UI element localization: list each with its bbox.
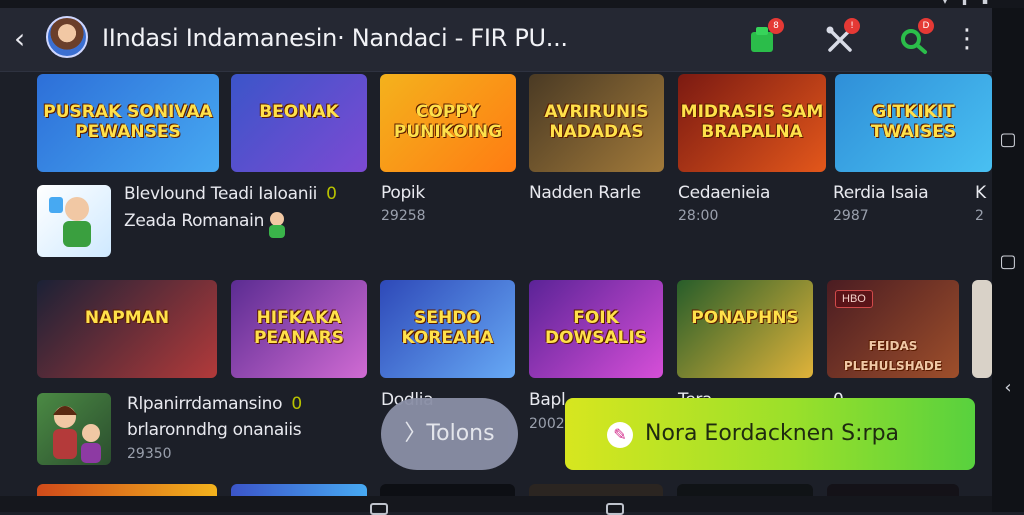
game-title[interactable]: Popik — [381, 183, 425, 203]
game-meta: 29258 — [381, 208, 426, 224]
banner-art-text: PUSRAK SONIVAA PEWANSES — [43, 102, 213, 142]
game-banner-peek[interactable] — [37, 484, 217, 496]
game-meta: 2 — [975, 208, 984, 224]
game-meta: 2987 — [833, 208, 869, 224]
game-title[interactable]: Nadden Rarle — [529, 183, 641, 203]
game-banner[interactable]: PUSRAK SONIVAA PEWANSES — [37, 74, 219, 172]
character-sticker-icon — [269, 212, 285, 238]
featured-title-text: Rlpanirrdamansino — [127, 394, 283, 414]
banner-art-text: GITKIKIT TWAISES — [870, 102, 957, 142]
banner-art-text: BEONAK — [259, 102, 339, 122]
game-banner[interactable]: HIFKAKA PEANARS — [231, 280, 367, 378]
game-banner-partial[interactable] — [972, 280, 992, 378]
banner-art-text: COPPY PUNIKOING — [393, 102, 503, 142]
banner-art-text: HIFKAKA PEANARS — [254, 308, 344, 348]
home-square-icon[interactable]: ▢ — [998, 252, 1018, 272]
featured-title[interactable]: Rlpanirrdamansino 0 — [127, 394, 302, 414]
featured-subtitle: brlaronndhg onanaiis — [127, 420, 302, 440]
ticket-icon: ✎ — [607, 422, 633, 448]
game-banner[interactable]: SEHDO KOREAHA — [380, 280, 515, 378]
game-banner[interactable]: MIDRASIS SAM BRAPALNA — [678, 74, 826, 172]
featured-title-text: Blevlound Teadi Ialoanii — [124, 184, 318, 204]
game-banner-peek[interactable] — [231, 484, 367, 496]
game-title[interactable]: K — [975, 183, 986, 203]
primary-cta-button[interactable]: ✎ Nora Eordacknen S:rpa — [565, 398, 975, 470]
banner-art-text: PONAPHNS — [691, 308, 799, 328]
gift-button[interactable]: 8 — [748, 18, 784, 56]
game-title[interactable]: Bapl — [529, 390, 566, 410]
next-row-peek — [0, 484, 992, 496]
status-bar: ▾ ▮ ▪ — [0, 0, 1024, 8]
game-banner[interactable]: AVRIRUNIS NADADAS — [529, 74, 664, 172]
game-banner-peek[interactable] — [827, 484, 959, 496]
back-arrow-icon[interactable]: ‹ — [14, 24, 42, 54]
notification-badge: 8 — [768, 18, 784, 34]
game-banner-peek[interactable] — [677, 484, 813, 496]
square-nav-icon[interactable] — [370, 503, 388, 515]
game-banner[interactable]: HBO FEIDAS PLEHULSHADE — [827, 280, 959, 378]
banner-art-text: NAPMAN — [84, 308, 170, 328]
notification-badge: ! — [844, 18, 860, 34]
banner-art-text: FOIK DOWSALIS — [544, 308, 648, 348]
game-banner[interactable]: PONAPHNS — [677, 280, 813, 378]
back-triangle-icon[interactable]: ‹ — [998, 378, 1018, 398]
page-title: IIndasi Indamanesin· Nandaci - FIR PU... — [102, 24, 568, 52]
banner-art-text: SEHDO KOREAHA — [401, 308, 494, 348]
game-banner-peek[interactable] — [380, 484, 515, 496]
game-banner[interactable]: COPPY PUNIKOING — [380, 74, 516, 172]
game-title[interactable]: Cedaenieia — [678, 183, 770, 203]
featured-title[interactable]: Blevlound Teadi Ialoanii 0 — [124, 184, 337, 204]
app-bar: ‹ IIndasi Indamanesin· Nandaci - FIR PU.… — [0, 8, 992, 72]
avatar[interactable] — [46, 16, 88, 58]
bottom-system-bar — [0, 496, 992, 512]
featured-game-image[interactable] — [37, 185, 111, 257]
game-banner[interactable]: GITKIKIT TWAISES — [835, 74, 992, 172]
featured-marker: 0 — [291, 394, 302, 414]
featured-meta: 29350 — [127, 446, 172, 462]
characters-icon — [53, 406, 101, 463]
featured-marker: 0 — [326, 184, 337, 204]
more-vertical-icon[interactable]: ⋮ — [954, 24, 980, 54]
featured-subtitle: Zeada Romanain — [124, 211, 265, 231]
game-meta: 28:00 — [678, 208, 719, 224]
game-meta: 2002 — [529, 416, 565, 432]
notification-badge: D — [918, 18, 934, 34]
tools-button[interactable]: ! — [824, 18, 860, 56]
game-banner[interactable]: NAPMAN — [37, 280, 217, 378]
status-icons: ▾ ▮ ▪ — [942, 0, 994, 7]
system-nav-bar: ▢ ▢ ‹ — [992, 8, 1024, 512]
featured-game-image[interactable] — [37, 393, 111, 465]
recents-square-icon[interactable]: ▢ — [998, 130, 1018, 150]
game-title[interactable]: Rerdia Isaia — [833, 183, 929, 203]
game-banner[interactable]: BEONAK — [231, 74, 367, 172]
game-banner-peek[interactable] — [529, 484, 663, 496]
tokens-button[interactable]: 〉Tolons — [381, 398, 518, 470]
banner-art-text: AVRIRUNIS NADADAS — [544, 102, 649, 142]
game-banner[interactable]: FOIK DOWSALIS — [529, 280, 663, 378]
cta-label: Nora Eordacknen S:rpa — [645, 421, 900, 446]
banner-badge: HBO — [835, 290, 873, 308]
square-nav-icon[interactable] — [606, 503, 624, 515]
search-button[interactable]: D — [898, 18, 934, 56]
banner-art-text: FEIDAS PLEHULSHADE — [843, 339, 943, 373]
hero-figure-icon — [49, 197, 91, 247]
banner-art-text: MIDRASIS SAM BRAPALNA — [680, 102, 824, 142]
